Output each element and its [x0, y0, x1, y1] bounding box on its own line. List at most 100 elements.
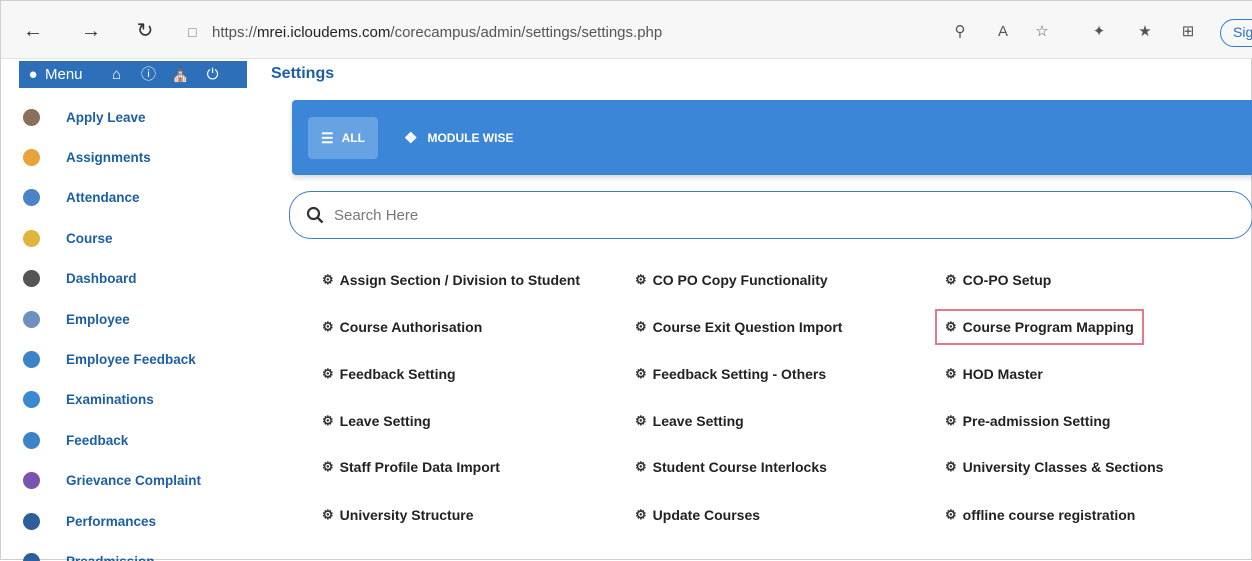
tab-module-label: MODULE WISE: [427, 131, 514, 145]
app-window: ← → ↻ □ https://mrei.icloudems.com/corec…: [0, 0, 1252, 561]
setting-link[interactable]: ⚙ Assign Section / Division to Student: [322, 272, 580, 288]
setting-link[interactable]: ⚙ Course Exit Question Import: [635, 319, 842, 335]
page-title: Settings: [271, 65, 335, 82]
setting-label: Leave Setting: [652, 413, 744, 429]
url-host: mrei.icloudems.com: [257, 23, 391, 41]
module-icon: [23, 350, 40, 368]
setting-link[interactable]: ⚙ Leave Setting: [635, 413, 744, 429]
reload-icon[interactable]: ↻: [133, 19, 157, 43]
setting-link[interactable]: ⚙ Staff Profile Data Import: [322, 459, 500, 475]
sidebar-item-preadmission[interactable]: Preadmission: [19, 541, 249, 561]
setting-link[interactable]: ⚙ Leave Setting: [322, 413, 431, 429]
gear-icon: ⚙: [635, 272, 647, 287]
browser-toolbar: ← → ↻ □ https://mrei.icloudems.com/corec…: [1, 1, 1252, 59]
sidebar-item-label: Examinations: [66, 392, 154, 408]
gear-icon: ⚙: [322, 319, 334, 334]
address-bar[interactable]: □ https://mrei.icloudems.com/corecampus/…: [188, 19, 662, 45]
favorites-icon[interactable]: ★: [1134, 21, 1156, 43]
sidebar-item-label: Employee Feedback: [66, 351, 196, 367]
info-icon[interactable]: ⓘ: [139, 65, 159, 85]
sidebar-item-attendance[interactable]: Attendance: [19, 178, 249, 218]
forward-icon[interactable]: →: [79, 19, 103, 43]
menu-label[interactable]: Menu: [45, 66, 83, 83]
setting-link[interactable]: ⚙ University Classes & Sections: [945, 459, 1163, 475]
home-icon[interactable]: ⌂: [107, 65, 127, 85]
sign-in-button[interactable]: Sign: [1220, 19, 1252, 47]
setting-link[interactable]: ⚙ CO-PO Setup: [945, 272, 1051, 288]
setting-link[interactable]: ⚙ offline course registration: [945, 507, 1135, 523]
setting-label: Course Program Mapping: [962, 319, 1134, 335]
module-icon: [23, 431, 40, 449]
gear-icon: ⚙: [322, 272, 334, 287]
back-icon[interactable]: ←: [21, 19, 45, 43]
module-icon: [23, 270, 40, 288]
module-icon: [23, 391, 40, 409]
setting-link[interactable]: ⚙ Feedback Setting: [322, 366, 456, 382]
extensions-icon[interactable]: ✦: [1088, 21, 1110, 43]
menu-toggle-icon[interactable]: ●: [27, 65, 39, 85]
setting-link[interactable]: ⚙ Update Courses: [635, 507, 760, 523]
url-path: /corecampus/admin/settings/settings.php: [390, 23, 663, 41]
sidebar-item-course[interactable]: Course: [19, 218, 249, 258]
gear-icon: ⚙: [635, 459, 647, 474]
sidebar-item-assignments[interactable]: Assignments: [19, 137, 249, 177]
setting-label: Leave Setting: [339, 413, 431, 429]
setting-label: University Classes & Sections: [962, 459, 1164, 475]
sidebar-item-dashboard[interactable]: Dashboard: [19, 259, 249, 299]
sidebar-item-employee-feedback[interactable]: Employee Feedback: [19, 339, 249, 379]
tab-module-wise[interactable]: ❖ MODULE WISE: [404, 117, 513, 159]
gear-icon: ⚙: [945, 459, 957, 474]
module-icon: [23, 189, 40, 207]
sidebar-item-label: Assignments: [66, 149, 151, 165]
read-aloud-icon[interactable]: A‏: [992, 21, 1014, 43]
sidebar-item-feedback[interactable]: Feedback: [19, 420, 249, 460]
sidebar-item-label: Apply Leave: [66, 109, 146, 125]
sidebar-item-label: Employee: [66, 311, 130, 327]
setting-link[interactable]: ⚙ Feedback Setting - Others: [635, 366, 826, 382]
module-icon: [23, 472, 40, 490]
setting-label: Student Course Interlocks: [652, 459, 827, 475]
setting-label: Course Exit Question Import: [652, 319, 843, 335]
setting-label: University Structure: [339, 507, 474, 523]
setting-link[interactable]: ⚙ University Structure: [322, 507, 473, 523]
sidebar-item-employee[interactable]: Employee: [19, 299, 249, 339]
setting-link[interactable]: ⚙ Course Authorisation: [322, 319, 482, 335]
setting-label: CO-PO Setup: [962, 272, 1052, 288]
setting-label: Update Courses: [652, 507, 761, 523]
gear-icon: ⚙: [635, 413, 647, 428]
setting-link[interactable]: ⚙ Student Course Interlocks: [635, 459, 827, 475]
page-info-icon[interactable]: □: [188, 24, 202, 40]
gear-icon: ⚙: [322, 413, 334, 428]
gear-icon: ⚙: [635, 507, 647, 522]
institution-icon[interactable]: ⛪: [171, 65, 191, 85]
setting-label: HOD Master: [962, 366, 1043, 382]
power-icon[interactable]: ⏻: [203, 65, 223, 85]
settings-filter-bar: ☰ ALL ❖ MODULE WISE: [292, 100, 1252, 175]
gear-icon: ⚙: [322, 507, 334, 522]
setting-label: Feedback Setting - Others: [652, 366, 827, 382]
setting-link[interactable]: ⚙ Pre-admission Setting: [945, 413, 1110, 429]
menu-bar: ● Menu ⌂ ⓘ ⛪ ⏻: [19, 61, 247, 88]
gear-icon: ⚙: [945, 319, 957, 334]
sidebar-item-grievance-complaint[interactable]: Grievance Complaint: [19, 461, 249, 501]
tab-all[interactable]: ☰ ALL: [308, 117, 378, 159]
favorite-add-icon[interactable]: ☆: [1031, 21, 1053, 43]
module-icon: [23, 148, 40, 166]
gear-icon: ⚙: [945, 272, 957, 287]
sidebar: Apply Leave Assignments Attendance Course Da…: [19, 97, 249, 561]
sidebar-item-examinations[interactable]: Examinations: [19, 380, 249, 420]
sidebar-item-label: Course: [66, 230, 113, 246]
sidebar-item-performances[interactable]: Performances: [19, 501, 249, 541]
setting-label: CO PO Copy Functionality: [652, 272, 828, 288]
module-icon: [23, 108, 40, 126]
setting-link[interactable]: ⚙ HOD Master: [945, 366, 1043, 382]
key-icon[interactable]: ⚲: [949, 21, 971, 43]
collections-icon[interactable]: ⊞: [1177, 21, 1199, 43]
module-icon: [23, 310, 40, 328]
setting-link[interactable]: ⚙ Course Program Mapping: [935, 309, 1144, 345]
search-icon: [306, 206, 324, 224]
setting-label: Course Authorisation: [339, 319, 483, 335]
search-input[interactable]: [334, 206, 1134, 224]
sidebar-item-apply-leave[interactable]: Apply Leave: [19, 97, 249, 137]
setting-link[interactable]: ⚙ CO PO Copy Functionality: [635, 272, 828, 288]
